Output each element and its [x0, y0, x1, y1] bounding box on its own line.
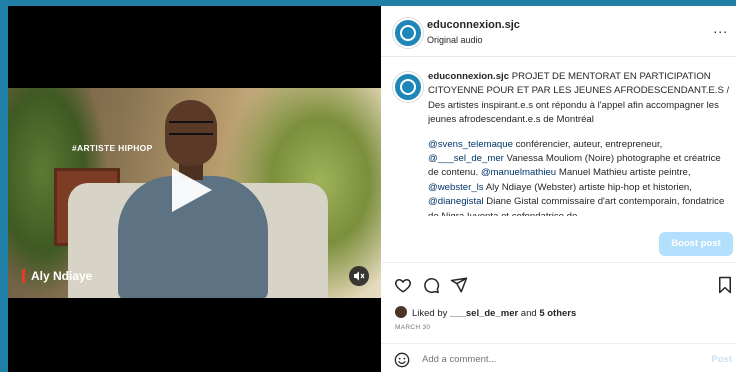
caption-text: Manuel Mathieu artiste peintre,: [556, 167, 691, 179]
comment-input[interactable]: Add a comment...: [422, 354, 496, 365]
video-frame[interactable]: #ARTISTE HIPHOP Aly Ndiaye: [8, 88, 381, 298]
divider: [381, 262, 736, 263]
likes-summary[interactable]: Liked by ___sel_de_mer and 5 others: [395, 306, 576, 319]
post-header: educonnexion.sjc Original audio ...: [381, 6, 736, 57]
speaker-glasses: [169, 121, 213, 135]
emoji-icon[interactable]: [394, 352, 410, 368]
caption-username[interactable]: educonnexion.sjc: [428, 71, 509, 82]
post-caption: educonnexion.sjc PROJET DE MENTORAT EN P…: [428, 70, 730, 216]
video-hashtag: #ARTISTE HIPHOP: [72, 143, 153, 153]
post-date[interactable]: MARCH 30: [395, 324, 430, 331]
share-icon[interactable]: [450, 276, 468, 294]
video-player[interactable]: #ARTISTE HIPHOP Aly Ndiaye: [8, 6, 381, 372]
mention-link[interactable]: @___sel_de_mer: [428, 153, 504, 164]
post-username[interactable]: educonnexion.sjc: [427, 19, 520, 31]
likes-others[interactable]: 5 others: [539, 308, 576, 319]
mention-link[interactable]: @manuelmathieu: [481, 167, 556, 178]
avatar[interactable]: [393, 18, 423, 48]
bookmark-icon[interactable]: [716, 276, 734, 294]
divider: [381, 343, 736, 344]
mention-link[interactable]: @dianegistal: [428, 196, 484, 207]
liker-avatar[interactable]: [395, 306, 407, 318]
mute-icon[interactable]: [349, 266, 369, 286]
more-icon[interactable]: ...: [713, 20, 728, 36]
likes-prefix: Liked by: [412, 308, 451, 319]
post-comment-button[interactable]: Post: [711, 354, 732, 365]
caption-text: conférencier, auteur, entrepreneur,: [512, 138, 663, 150]
caption-text: Aly Ndiaye (Webster) artiste hip-hop et …: [483, 181, 692, 193]
play-icon[interactable]: [172, 168, 212, 212]
post-panel: educonnexion.sjc Original audio ... educ…: [381, 6, 736, 372]
liker-username[interactable]: ___sel_de_mer: [450, 308, 518, 319]
audio-label[interactable]: Original audio: [427, 35, 483, 45]
heart-icon[interactable]: [394, 276, 412, 294]
mention-link[interactable]: @svens_telemaque: [428, 139, 513, 150]
likes-mid: and: [518, 308, 540, 319]
comment-icon[interactable]: [422, 276, 440, 294]
video-name-tag: Aly Ndiaye: [22, 269, 92, 283]
caption-avatar[interactable]: [393, 72, 423, 102]
mention-link[interactable]: @webster_ls: [428, 182, 484, 193]
boost-post-button[interactable]: Boost post: [659, 232, 733, 256]
